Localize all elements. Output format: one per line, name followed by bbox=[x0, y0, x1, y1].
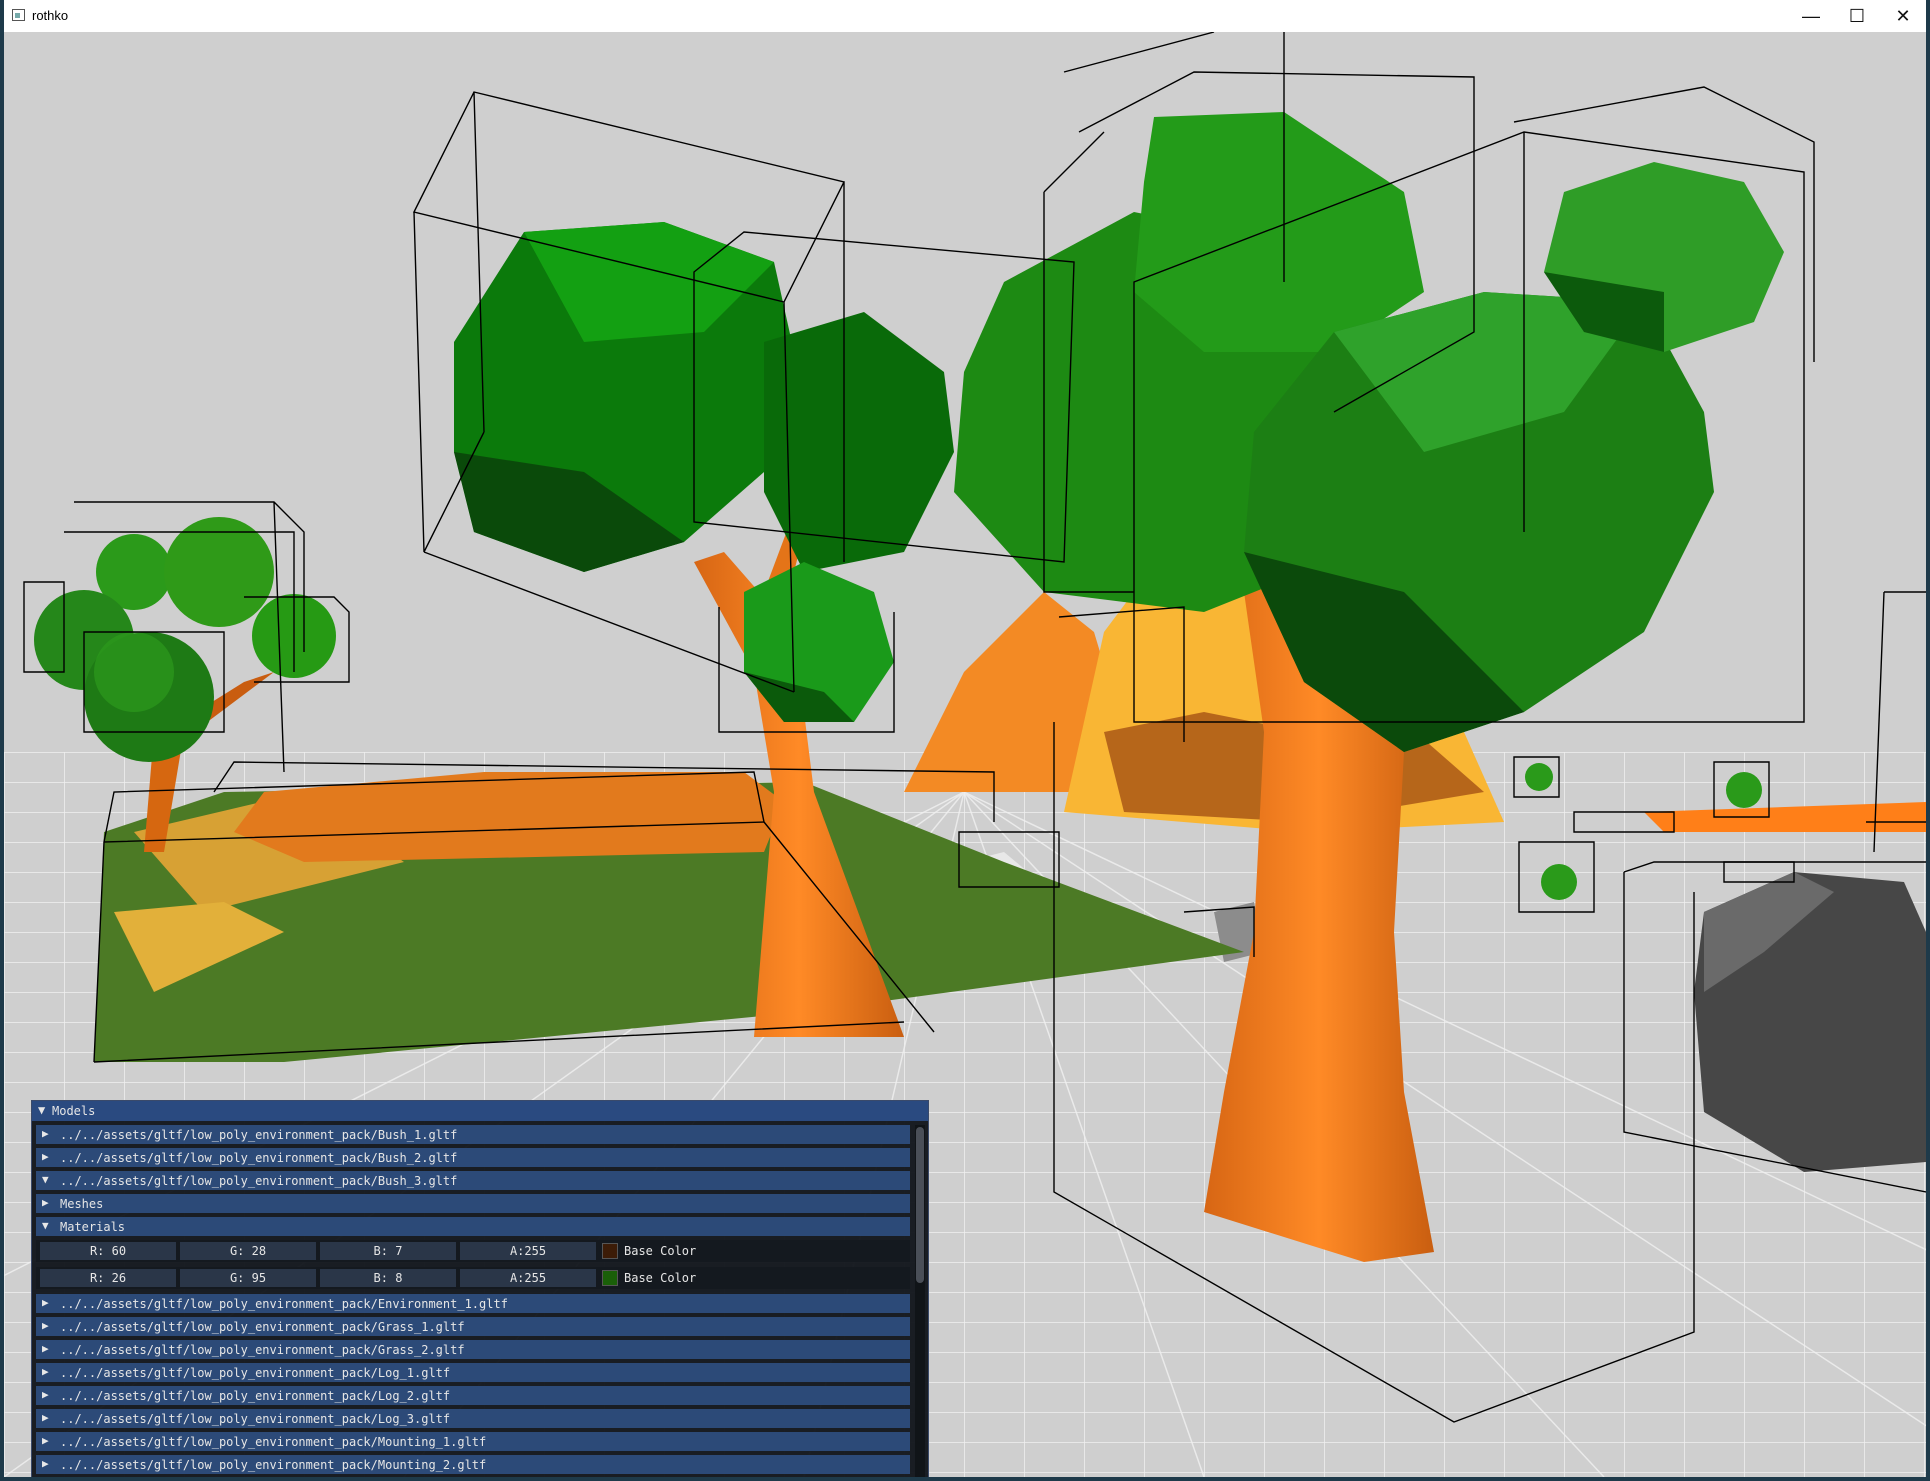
color-r-field[interactable]: R: 60 bbox=[40, 1242, 176, 1260]
tree-item-label: ../../assets/gltf/low_poly_environment_p… bbox=[60, 1412, 451, 1426]
collapsed-arrow-icon[interactable]: ▶ bbox=[42, 1342, 49, 1355]
base-color-label: Base Color bbox=[624, 1271, 697, 1285]
bush-small-1 bbox=[1525, 763, 1553, 791]
models-panel-header[interactable]: ▼ Models bbox=[32, 1101, 928, 1121]
tree-item-label: ../../assets/gltf/low_poly_environment_p… bbox=[60, 1320, 465, 1334]
model-tree-item[interactable]: ▶ ../../assets/gltf/low_poly_environment_… bbox=[36, 1432, 910, 1451]
tree-child-item[interactable]: ▶ Meshes bbox=[36, 1194, 910, 1213]
model-tree-item[interactable]: ▶ ../../assets/gltf/low_poly_environment_… bbox=[36, 1363, 910, 1382]
tree-item-label: ../../assets/gltf/low_poly_environment_p… bbox=[60, 1366, 451, 1380]
color-a-field[interactable]: A:255 bbox=[460, 1269, 596, 1287]
expanded-arrow-icon[interactable]: ▼ bbox=[42, 1219, 49, 1232]
collapsed-arrow-icon[interactable]: ▶ bbox=[42, 1296, 49, 1309]
window-title: rothko bbox=[32, 8, 69, 23]
minimize-button[interactable]: — bbox=[1788, 0, 1834, 32]
app-icon bbox=[12, 9, 25, 21]
color-swatch[interactable] bbox=[602, 1270, 618, 1286]
tree-item-label: ../../assets/gltf/low_poly_environment_p… bbox=[60, 1458, 487, 1472]
close-button[interactable]: ✕ bbox=[1880, 0, 1926, 32]
bush-small-3 bbox=[1541, 864, 1577, 900]
model-tree-item[interactable]: ▶ ../../assets/gltf/low_poly_environment_… bbox=[36, 1340, 910, 1359]
collapsed-arrow-icon[interactable]: ▶ bbox=[42, 1319, 49, 1332]
tree-child-item[interactable]: ▼ Materials bbox=[36, 1217, 910, 1236]
base-color-label: Base Color bbox=[624, 1244, 697, 1258]
color-r-field[interactable]: R: 26 bbox=[40, 1269, 176, 1287]
collapsed-arrow-icon[interactable]: ▶ bbox=[42, 1434, 49, 1447]
model-tree-item[interactable]: ▶ ../../assets/gltf/low_poly_environment_… bbox=[36, 1317, 910, 1336]
color-swatch[interactable] bbox=[602, 1243, 618, 1259]
maximize-button[interactable]: ☐ bbox=[1834, 0, 1880, 32]
model-tree-item[interactable]: ▶ ../../assets/gltf/low_poly_environment_… bbox=[36, 1409, 910, 1428]
tree-item-label: ../../assets/gltf/low_poly_environment_p… bbox=[60, 1151, 458, 1165]
model-tree-item[interactable]: ▶ ../../assets/gltf/low_poly_environment_… bbox=[36, 1125, 910, 1144]
color-g-field[interactable]: G: 95 bbox=[180, 1269, 316, 1287]
collapsed-arrow-icon[interactable]: ▶ bbox=[42, 1457, 49, 1470]
tree-item-label: ../../assets/gltf/low_poly_environment_p… bbox=[60, 1128, 458, 1142]
model-tree-item[interactable]: ▶ ../../assets/gltf/low_poly_environment_… bbox=[36, 1455, 910, 1474]
tree-item-label: ../../assets/gltf/low_poly_environment_p… bbox=[60, 1174, 458, 1188]
color-b-field[interactable]: B: 8 bbox=[320, 1269, 456, 1287]
material-row: R: 60 G: 28 B: 7 A:255 Base Color bbox=[36, 1240, 910, 1262]
tree-item-label: Materials bbox=[60, 1220, 126, 1234]
color-a-field[interactable]: A:255 bbox=[460, 1242, 596, 1260]
scrollbar-thumb[interactable] bbox=[916, 1127, 924, 1283]
scrollbar[interactable] bbox=[915, 1125, 925, 1477]
tree-item-label: ../../assets/gltf/low_poly_environment_p… bbox=[60, 1389, 451, 1403]
collapsed-arrow-icon[interactable]: ▶ bbox=[42, 1196, 49, 1209]
panel-title: Models bbox=[52, 1104, 96, 1118]
models-panel: ▼ Models ▶ ../../assets/gltf/low_poly_env… bbox=[31, 1100, 929, 1477]
expanded-arrow-icon[interactable]: ▼ bbox=[42, 1173, 49, 1186]
collapse-arrow-icon[interactable]: ▼ bbox=[38, 1103, 45, 1117]
tree-item-label: Meshes bbox=[60, 1197, 104, 1211]
model-tree-item[interactable]: ▼ ../../assets/gltf/low_poly_environment_… bbox=[36, 1171, 910, 1190]
app-window: rothko — ☐ ✕ ▼ Models ▶ ../../assets/glt… bbox=[4, 0, 1926, 1477]
color-b-field[interactable]: B: 7 bbox=[320, 1242, 456, 1260]
collapsed-arrow-icon[interactable]: ▶ bbox=[42, 1411, 49, 1424]
model-tree: ▶ ../../assets/gltf/low_poly_environment_… bbox=[36, 1125, 912, 1477]
color-g-field[interactable]: G: 28 bbox=[180, 1242, 316, 1260]
model-tree-item[interactable]: ▶ ../../assets/gltf/low_poly_environment_… bbox=[36, 1148, 910, 1167]
tree-item-label: ../../assets/gltf/low_poly_environment_p… bbox=[60, 1297, 508, 1311]
model-tree-item[interactable]: ▶ ../../assets/gltf/low_poly_environment_… bbox=[36, 1386, 910, 1405]
material-row: R: 26 G: 95 B: 8 A:255 Base Color bbox=[36, 1267, 910, 1289]
collapsed-arrow-icon[interactable]: ▶ bbox=[42, 1388, 49, 1401]
tree-item-label: ../../assets/gltf/low_poly_environment_p… bbox=[60, 1435, 487, 1449]
3d-viewport[interactable]: ▼ Models ▶ ../../assets/gltf/low_poly_env… bbox=[4, 32, 1926, 1477]
bush-small-2 bbox=[1726, 772, 1762, 808]
collapsed-arrow-icon[interactable]: ▶ bbox=[42, 1150, 49, 1163]
model-tree-item[interactable]: ▶ ../../assets/gltf/low_poly_environment_… bbox=[36, 1294, 910, 1313]
title-bar[interactable]: rothko — ☐ ✕ bbox=[4, 0, 1926, 32]
tree-item-label: ../../assets/gltf/low_poly_environment_p… bbox=[60, 1343, 465, 1357]
collapsed-arrow-icon[interactable]: ▶ bbox=[42, 1127, 49, 1140]
collapsed-arrow-icon[interactable]: ▶ bbox=[42, 1365, 49, 1378]
